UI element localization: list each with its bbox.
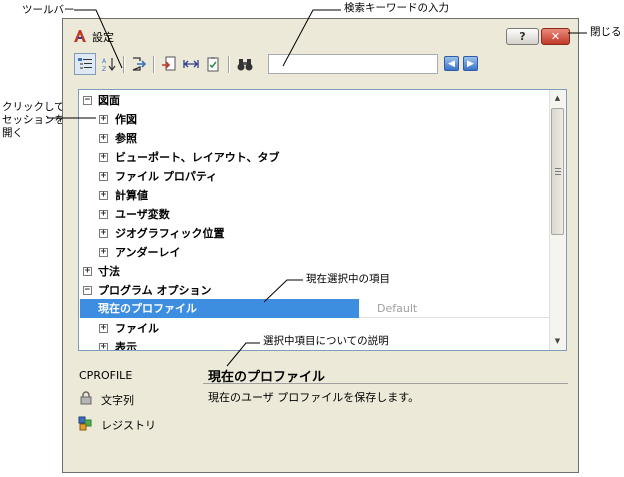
sort-az-icon: A Z <box>102 58 116 72</box>
variable-name: CPROFILE <box>79 369 133 382</box>
lock-icon <box>80 391 92 405</box>
categorized-view-button[interactable] <box>74 53 96 75</box>
find-button[interactable] <box>234 53 256 75</box>
selected-property-row[interactable]: 現在のプロファイル Default <box>80 299 551 318</box>
binoculars-icon <box>237 59 253 71</box>
tree-row-label: ファイル プロパティ <box>115 170 218 183</box>
description-text: 現在のユーザ プロファイルを保存します。 <box>208 391 420 404</box>
variable-type: 文字列 <box>101 394 134 407</box>
export-icon <box>132 57 147 71</box>
tree-row-label: 表示 <box>115 341 137 351</box>
expand-icon[interactable]: + <box>99 210 108 219</box>
tree-row-label: 作図 <box>115 113 137 126</box>
toolbar: A Z ◀ ▶ <box>72 53 492 77</box>
toolbar-separator <box>228 56 230 73</box>
tree-row-label: ビューポート、レイアウト、タブ <box>115 151 280 164</box>
callout-selection-description: 選択中項目についての説明 <box>263 335 389 347</box>
callout-search-input: 検索キーワードの入力 <box>344 2 449 14</box>
tree-row-label: アンダーレイ <box>115 246 181 259</box>
arrow-left-icon: ◀ <box>448 58 455 69</box>
collapse-icon[interactable]: − <box>83 286 92 295</box>
import-button[interactable] <box>158 53 180 75</box>
categorized-view-icon <box>78 58 92 69</box>
tree-row-label: ユーザ変数 <box>115 208 170 221</box>
expand-icon[interactable]: + <box>99 134 108 143</box>
tree-row-label: 参照 <box>115 132 137 145</box>
tree-row-label: 計算値 <box>115 189 148 202</box>
search-previous-button[interactable]: ◀ <box>444 56 459 71</box>
expand-icon[interactable]: + <box>99 153 108 162</box>
callout-close: 閉じる <box>590 26 622 38</box>
selected-property-value[interactable]: Default <box>359 299 551 318</box>
checklist-button[interactable] <box>202 53 224 75</box>
callout-toolbar: ツールバー <box>22 4 75 16</box>
arrow-right-icon: ▶ <box>467 58 474 69</box>
expand-icon[interactable]: + <box>83 267 92 276</box>
toolbar-separator <box>123 56 125 73</box>
import-icon <box>162 56 176 71</box>
svg-text:A: A <box>102 58 107 65</box>
expand-icon[interactable]: + <box>99 172 108 181</box>
tree-row-label: 図面 <box>98 94 120 107</box>
selected-property-name: 現在のプロファイル <box>80 299 359 318</box>
search-input[interactable] <box>268 54 438 74</box>
callout-current-selection: 現在選択中の項目 <box>306 273 390 285</box>
expand-icon[interactable]: + <box>99 115 108 124</box>
close-button[interactable]: ✕ <box>541 28 570 45</box>
registry-icon <box>78 416 92 431</box>
app-icon <box>74 30 86 42</box>
expand-icon[interactable]: + <box>99 248 108 257</box>
export-button[interactable] <box>128 53 150 75</box>
tree-row-label: ジオグラフィック位置 <box>115 227 225 240</box>
scroll-down-icon[interactable]: ▼ <box>552 335 563 348</box>
search-next-button[interactable]: ▶ <box>463 56 478 71</box>
settings-tree: − 図面 + 作図 + 参照 + ビューポート、レイアウト、タブ + ファイル … <box>78 89 567 351</box>
description-divider <box>203 383 568 384</box>
expand-icon[interactable]: + <box>99 191 108 200</box>
settings-dialog: 設定 ? ✕ A Z ◀ ▶ − 図面 + 作図 + 参照 + ビューポート、レ… <box>62 18 579 473</box>
tree-scrollbar[interactable]: ▲ ▼ <box>549 90 566 350</box>
alphabetical-sort-button[interactable]: A Z <box>98 53 120 75</box>
expand-icon[interactable]: + <box>99 324 108 333</box>
expand-icon[interactable]: + <box>99 229 108 238</box>
scroll-up-icon[interactable]: ▲ <box>552 92 563 105</box>
scroll-thumb[interactable] <box>551 108 564 235</box>
tree-row-label: ファイル <box>115 322 159 335</box>
fit-width-icon <box>183 60 199 68</box>
grip-line <box>555 174 561 175</box>
variable-source: レジストリ <box>101 419 156 432</box>
grip-line <box>555 168 561 169</box>
svg-text:Z: Z <box>102 66 106 72</box>
fit-width-button[interactable] <box>180 53 202 75</box>
help-button[interactable]: ? <box>506 28 539 45</box>
grip-line <box>555 171 561 172</box>
title-bar: 設定 ? ✕ <box>63 19 578 51</box>
expand-icon[interactable]: + <box>99 343 108 350</box>
callout-click-expand: クリックして セッションを 開く <box>2 101 65 139</box>
toolbar-separator <box>153 56 155 73</box>
checklist-icon <box>207 57 219 72</box>
tree-row-label: 寸法 <box>98 265 120 278</box>
dialog-title: 設定 <box>92 31 114 44</box>
tree-row-label: プログラム オプション <box>98 284 212 297</box>
collapse-icon[interactable]: − <box>83 96 92 105</box>
